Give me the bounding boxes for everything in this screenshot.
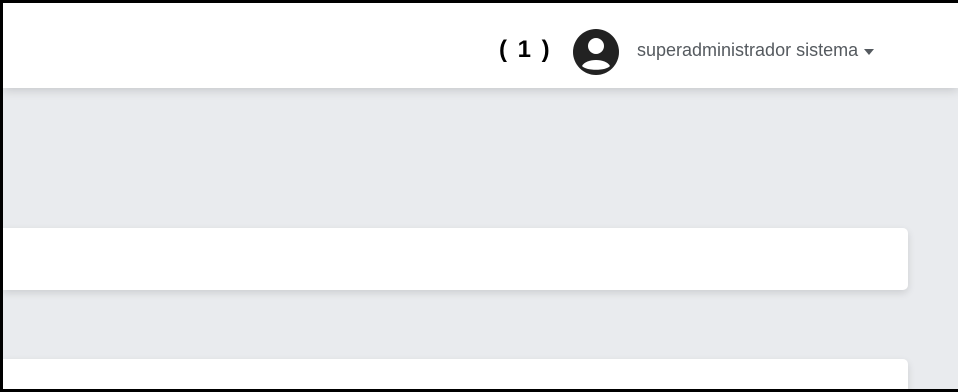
user-menu-dropdown[interactable]: superadministrador sistema: [637, 40, 875, 61]
caret-down-icon: [864, 48, 875, 55]
top-navbar: ( 1 ) superadministrador sistema: [3, 3, 958, 88]
content-card: [3, 359, 908, 389]
app-frame: ( 1 ) superadministrador sistema: [0, 0, 958, 392]
annotation-label: ( 1 ): [499, 36, 552, 63]
user-circle-icon[interactable]: [572, 28, 620, 76]
user-name-label: superadministrador sistema: [637, 40, 859, 60]
content-card: [3, 228, 908, 290]
